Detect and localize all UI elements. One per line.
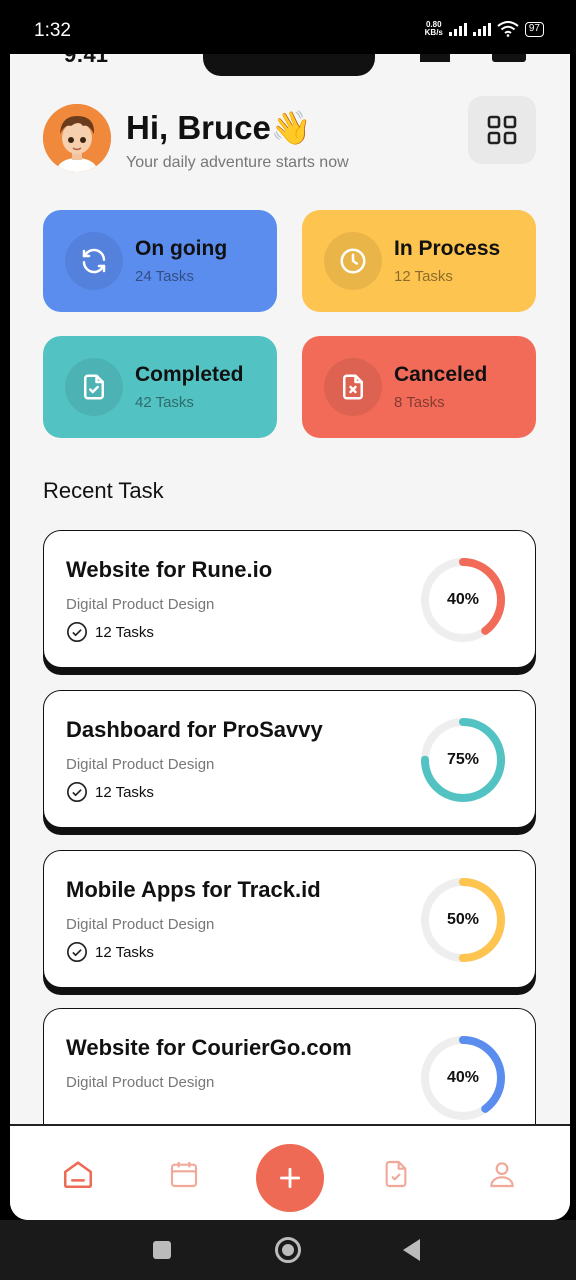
stat-card-canceled[interactable]: Canceled 8 Tasks: [302, 336, 536, 438]
wifi-icon: [497, 21, 519, 37]
add-task-button[interactable]: [256, 1144, 324, 1212]
refresh-icon: [65, 232, 123, 290]
device-status-strip: 9:41: [10, 54, 570, 78]
clock-icon: [324, 232, 382, 290]
recents-button[interactable]: [153, 1241, 171, 1259]
task-count: 12 Tasks: [66, 621, 154, 643]
stat-card-ongoing[interactable]: On going 24 Tasks: [43, 210, 277, 312]
device-signal-icon: [420, 54, 450, 62]
stat-title: Canceled: [394, 363, 488, 386]
task-category: Digital Product Design: [66, 756, 215, 773]
device-time: 9:41: [64, 54, 109, 67]
progress-label: 75%: [446, 751, 480, 768]
nav-home[interactable]: [60, 1156, 96, 1192]
stat-title: On going: [135, 237, 228, 260]
avatar[interactable]: [43, 104, 111, 172]
progress-label: 40%: [446, 591, 480, 608]
signal-icon-2: [472, 22, 491, 36]
task-title: Mobile Apps for Track.id: [66, 877, 321, 902]
grid-icon: [487, 115, 517, 145]
stat-card-completed[interactable]: Completed 42 Tasks: [43, 336, 277, 438]
progress-label: 40%: [446, 1069, 480, 1086]
task-card[interactable]: Mobile Apps for Track.id Digital Product…: [43, 850, 536, 988]
status-indicators: 0.80 KB/s 97: [425, 21, 544, 37]
device-battery-icon: [492, 54, 526, 62]
signal-icon: [448, 22, 467, 36]
menu-button[interactable]: [468, 96, 536, 164]
task-card[interactable]: Dashboard for ProSavvy Digital Product D…: [43, 690, 536, 828]
task-count: 12 Tasks: [66, 941, 154, 963]
progress-label: 50%: [446, 911, 480, 928]
greeting: Hi, Bruce👋: [126, 109, 312, 146]
stat-card-in-process[interactable]: In Process 12 Tasks: [302, 210, 536, 312]
app-screen: 9:41 Hi, Bruce👋 Your daily adventure sta…: [10, 54, 570, 1220]
status-time: 1:32: [34, 20, 71, 41]
stat-count: 12 Tasks: [394, 268, 453, 285]
nav-calendar[interactable]: [166, 1156, 202, 1192]
check-circle-icon: [67, 942, 87, 962]
subtitle: Your daily adventure starts now: [126, 154, 349, 171]
check-circle-icon: [67, 782, 87, 802]
task-category: Digital Product Design: [66, 916, 215, 933]
network-speed: 0.80 KB/s: [424, 20, 443, 37]
nav-documents[interactable]: [378, 1156, 414, 1192]
profile-icon: [490, 1162, 514, 1188]
task-title: Website for Rune.io: [66, 557, 273, 582]
document-icon: [385, 1160, 407, 1188]
task-title: Dashboard for ProSavvy: [66, 717, 323, 742]
nav-profile[interactable]: [484, 1156, 520, 1192]
check-circle-icon: [67, 622, 87, 642]
task-category: Digital Product Design: [66, 596, 215, 613]
task-card[interactable]: Website for Rune.io Digital Product Desi…: [43, 530, 536, 668]
add-icon: [279, 1167, 301, 1189]
task-count: 12 Tasks: [66, 781, 154, 803]
system-nav-bar: [0, 1220, 576, 1280]
section-title: Recent Task: [43, 478, 164, 503]
notch: [203, 54, 375, 76]
task-category: Digital Product Design: [66, 1074, 215, 1091]
stat-title: In Process: [394, 237, 501, 260]
stat-count: 8 Tasks: [394, 394, 445, 411]
file-x-icon: [324, 358, 382, 416]
calendar-icon: [170, 1162, 198, 1188]
stat-title: Completed: [135, 363, 244, 386]
file-check-icon: [65, 358, 123, 416]
home-button[interactable]: [275, 1237, 301, 1263]
stat-count: 42 Tasks: [135, 394, 194, 411]
back-button[interactable]: [403, 1239, 420, 1261]
battery-icon: 97: [524, 21, 544, 37]
stat-count: 24 Tasks: [135, 268, 194, 285]
status-bar: 1:32 0.80 KB/s 97: [0, 0, 576, 54]
home-icon: [63, 1161, 93, 1189]
bottom-nav: [10, 1124, 570, 1220]
task-title: Website for CourierGo.com: [66, 1035, 352, 1060]
